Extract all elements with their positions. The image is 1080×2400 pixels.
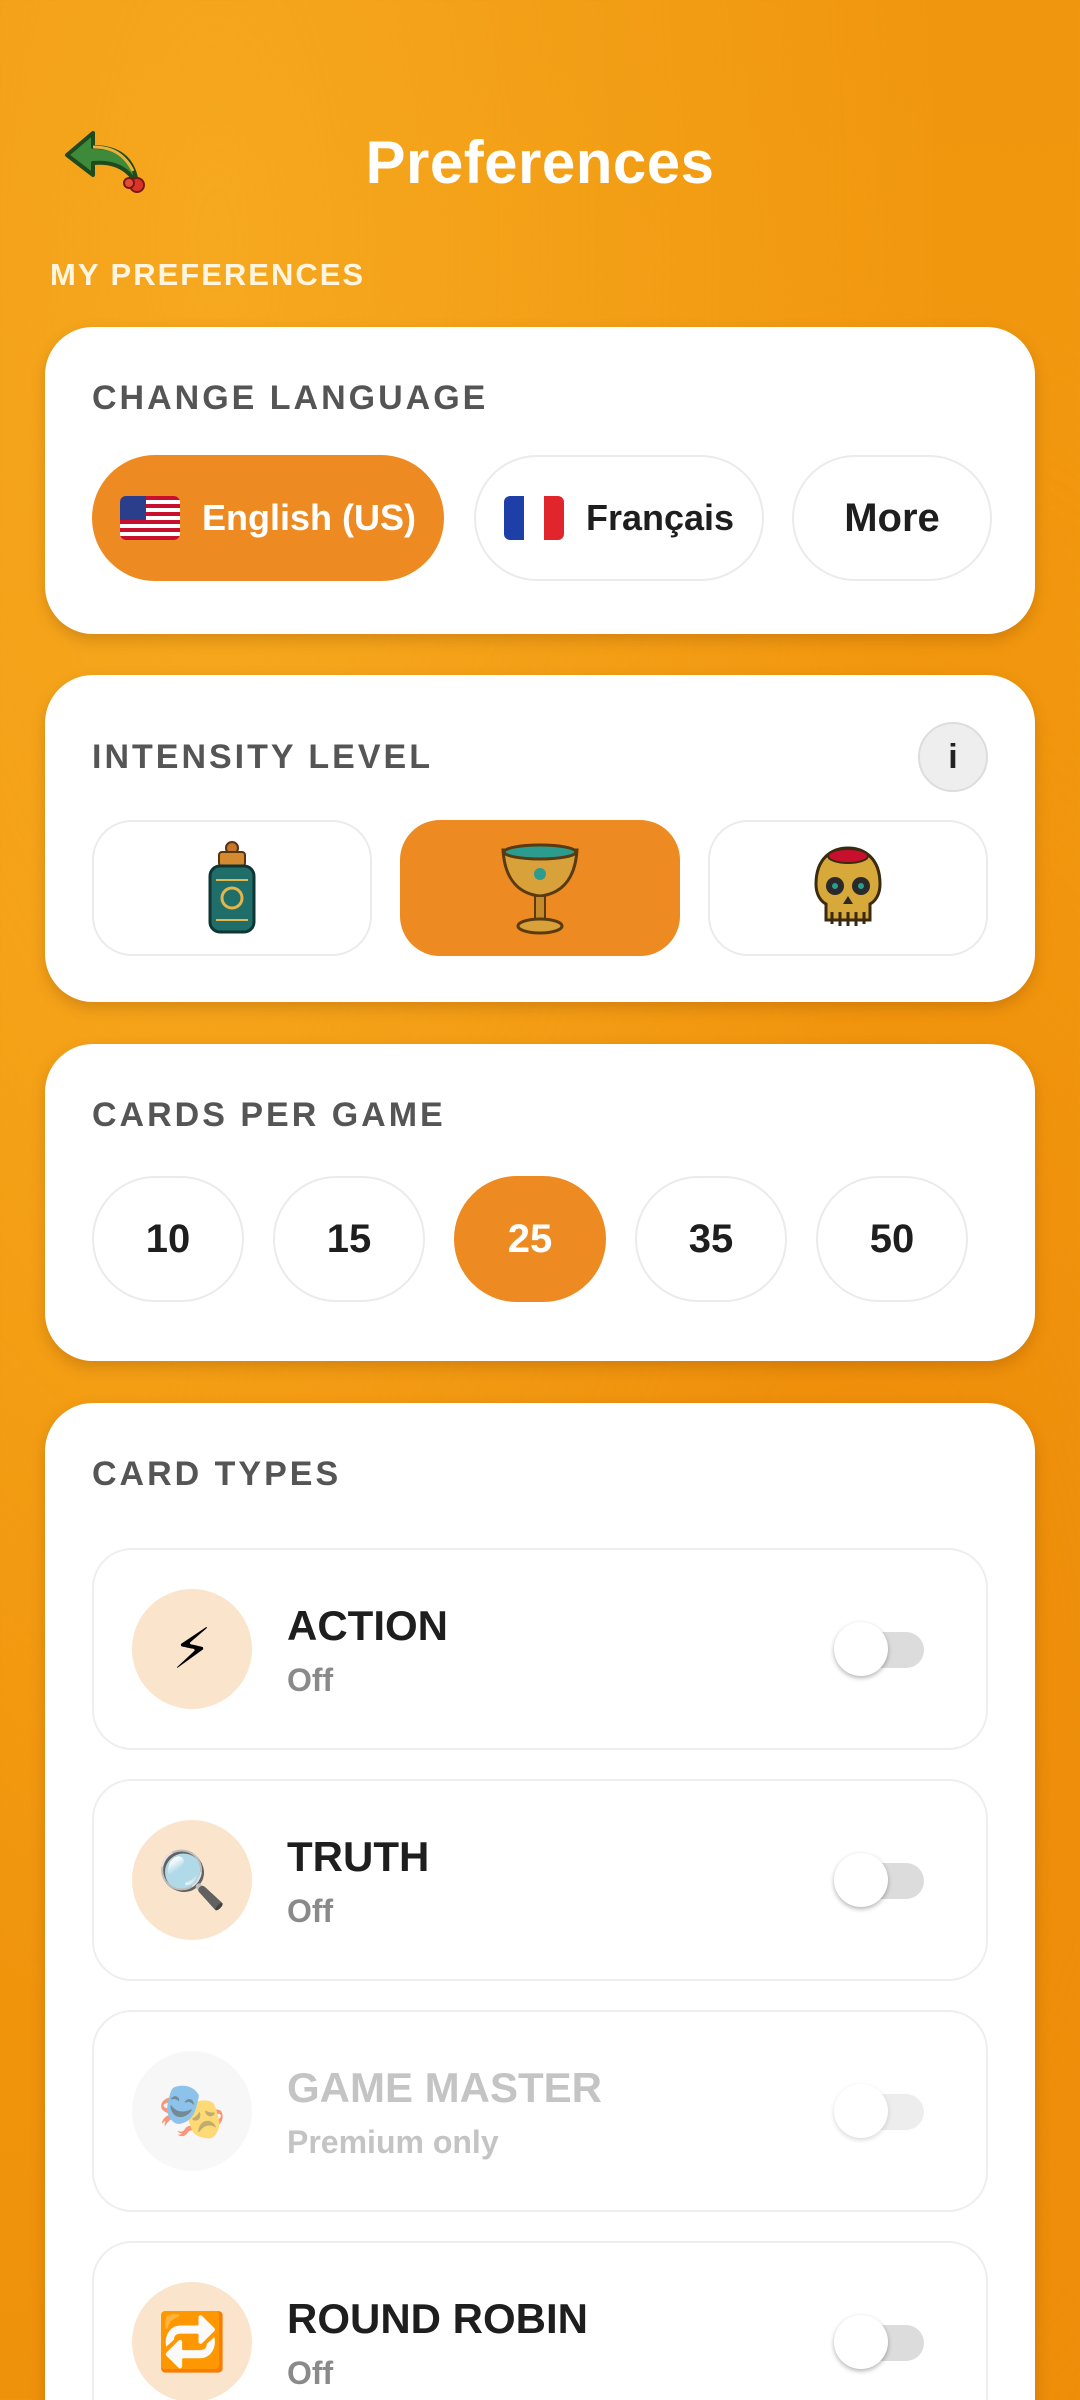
action-toggle[interactable] xyxy=(834,1622,926,1676)
intensity-option-mild[interactable] xyxy=(92,820,372,956)
cards-option-35[interactable]: 35 xyxy=(635,1176,787,1302)
card-type-row-truth[interactable]: 🔍 TRUTH Off xyxy=(92,1779,988,1981)
language-label: English (US) xyxy=(202,497,416,538)
card-type-name: ACTION xyxy=(287,1602,448,1649)
card-type-status: Premium only xyxy=(287,2124,499,2160)
language-card: CHANGE LANGUAGE English (US) Français Mo… xyxy=(45,327,1035,634)
card-type-row-round-robin[interactable]: 🔁 ROUND ROBIN Off xyxy=(92,2241,988,2400)
language-option-english[interactable]: English (US) xyxy=(92,455,444,581)
game-master-toggle xyxy=(834,2084,926,2138)
intensity-card: INTENSITY LEVEL i xyxy=(45,675,1035,1002)
language-option-more[interactable]: More xyxy=(792,455,992,581)
cards-option-50[interactable]: 50 xyxy=(816,1176,968,1302)
cards-per-game-title: CARDS PER GAME xyxy=(92,1096,446,1134)
baby-bottle-icon xyxy=(208,841,256,934)
cards-option-25[interactable]: 25 xyxy=(454,1176,606,1302)
card-types-card: CARD TYPES ⚡ ACTION Off 🔍 TRUTH Off 🎭 GA… xyxy=(45,1403,1035,2400)
card-type-row-game-master: 🎭 GAME MASTER Premium only xyxy=(92,2010,988,2212)
card-type-status: Off xyxy=(287,1893,334,1929)
intensity-card-title: INTENSITY LEVEL xyxy=(92,738,433,776)
card-types-title: CARD TYPES xyxy=(92,1455,342,1493)
section-label: MY PREFERENCES xyxy=(50,257,366,292)
language-label: More xyxy=(844,495,940,540)
cards-option-15[interactable]: 15 xyxy=(273,1176,425,1302)
top-bar: Preferences xyxy=(0,100,1080,230)
card-type-row-action[interactable]: ⚡ ACTION Off xyxy=(92,1548,988,1750)
page-title: Preferences xyxy=(365,129,715,196)
intensity-option-medium[interactable] xyxy=(400,820,680,956)
info-button[interactable]: i xyxy=(918,722,988,792)
repeat-icon: 🔁 xyxy=(132,2282,252,2400)
cards-option-10[interactable]: 10 xyxy=(92,1176,244,1302)
game-master-icon: 🎭 xyxy=(132,2051,252,2171)
magnifier-icon: 🔍 xyxy=(132,1820,252,1940)
chalice-icon xyxy=(501,843,579,935)
intensity-option-extreme[interactable] xyxy=(708,820,988,956)
card-type-name: ROUND ROBIN xyxy=(287,2295,588,2342)
lightning-icon: ⚡ xyxy=(132,1589,252,1709)
card-type-status: Off xyxy=(287,1662,334,1698)
skull-icon xyxy=(814,846,882,926)
us-flag-icon xyxy=(120,496,180,540)
card-type-name: TRUTH xyxy=(287,1833,430,1880)
cards-per-game-card: CARDS PER GAME 10 15 25 35 50 xyxy=(45,1044,1035,1361)
round-robin-toggle[interactable] xyxy=(834,2315,926,2369)
truth-toggle[interactable] xyxy=(834,1853,926,1907)
card-type-status: Off xyxy=(287,2355,334,2391)
language-label: Français xyxy=(585,497,735,538)
card-type-name: GAME MASTER xyxy=(287,2064,602,2111)
fr-flag-icon xyxy=(503,496,564,540)
language-option-french[interactable]: Français xyxy=(474,455,764,581)
language-card-title: CHANGE LANGUAGE xyxy=(92,379,489,417)
